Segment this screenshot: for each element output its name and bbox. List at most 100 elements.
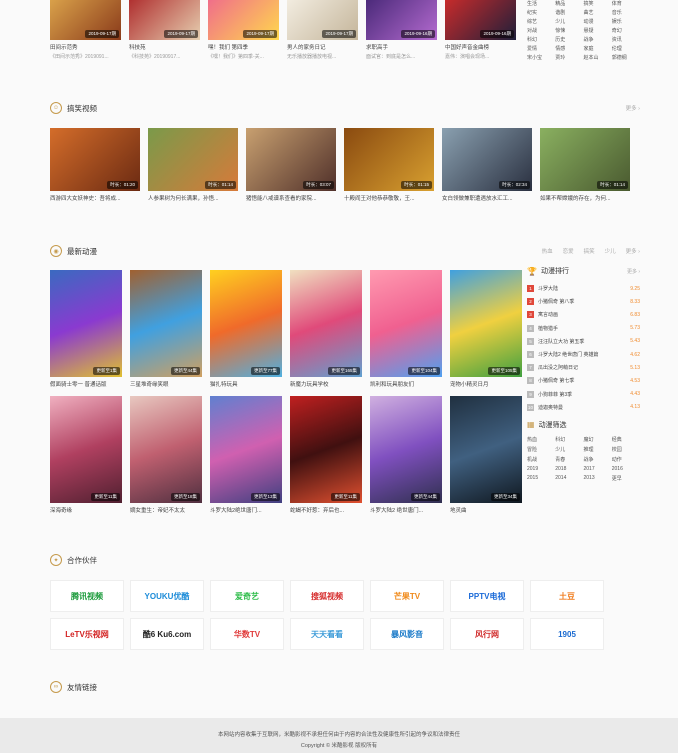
anime-card[interactable]: 更新至11集蛇蝎不好惹：弃后也...: [290, 396, 362, 514]
anime-title[interactable]: 地灵曲: [450, 506, 522, 514]
video-card[interactable]: 2019-09-17期 田间示范秀 《田间示范秀》2019091...: [50, 0, 121, 70]
video-card[interactable]: 时长：01:15 十殿阎王对他恭恭敬敬，王...: [344, 128, 434, 202]
ranking-item[interactable]: 10 迪迦奥特曼 4.13: [527, 401, 640, 414]
video-thumbnail[interactable]: 时长：01:20: [50, 128, 140, 191]
filter-link[interactable]: 2016: [612, 466, 640, 472]
anime-title[interactable]: 凯利和玩具朋友们: [370, 380, 442, 388]
video-title[interactable]: 中国好声音金曲榜: [445, 43, 516, 51]
video-thumbnail[interactable]: 2019-09-16期: [366, 0, 437, 40]
genre-link[interactable]: 音乐: [612, 9, 640, 16]
genre-link[interactable]: 曲艺: [584, 9, 612, 16]
anime-poster[interactable]: 更新至165集: [290, 270, 362, 377]
genre-link[interactable]: 资讯: [612, 36, 640, 43]
genre-link[interactable]: 对战: [527, 27, 555, 34]
filter-link[interactable]: 冒险: [527, 446, 555, 453]
anime-poster[interactable]: 更新至44集: [370, 396, 442, 503]
anime-title[interactable]: 假面骑士零一 普通话版: [50, 380, 122, 388]
video-thumbnail[interactable]: 时长：03:07: [246, 128, 336, 191]
genre-link[interactable]: 体育: [612, 0, 640, 7]
anime-title[interactable]: 猫扎特玩具: [210, 380, 282, 388]
genre-link[interactable]: 奇幻: [612, 27, 640, 34]
genre-link[interactable]: 悬疑: [584, 27, 612, 34]
partner-logo[interactable]: 1905: [530, 618, 604, 650]
ranking-name[interactable]: 斗罗大陆2 绝世唐门 英雄篇: [538, 351, 624, 358]
video-title[interactable]: 十殿阎王对他恭恭敬敬，王...: [344, 194, 434, 202]
ranking-name[interactable]: 汪汪队立大功 第五季: [538, 338, 624, 345]
anime-poster[interactable]: 更新至11集: [290, 396, 362, 503]
partner-logo[interactable]: 天天看看: [290, 618, 364, 650]
video-thumbnail[interactable]: 时长：01:14: [148, 128, 238, 191]
video-thumbnail[interactable]: 2019-09-17期: [50, 0, 121, 40]
genre-link[interactable]: 情感: [555, 45, 583, 52]
genre-link[interactable]: 贾玲: [555, 54, 583, 61]
video-title[interactable]: 人参果树为何长满果，孙悟...: [148, 194, 238, 202]
partner-logo[interactable]: 爱奇艺: [210, 580, 284, 612]
genre-link[interactable]: 郭德纲: [612, 54, 640, 61]
filter-tab[interactable]: 热血: [542, 247, 553, 255]
genre-link[interactable]: 伦理: [612, 45, 640, 52]
genre-link[interactable]: 科幻: [527, 36, 555, 43]
anime-card[interactable]: 更新至165集 新魔力玩具学校: [290, 270, 362, 388]
video-card[interactable]: 2019-09-16期 求职高手 面试官：到底是怎么...: [366, 0, 437, 70]
genre-link[interactable]: 少儿: [555, 18, 583, 25]
partner-logo[interactable]: 风行网: [450, 618, 524, 650]
anime-title[interactable]: 斗罗大陆2绝世唐门...: [210, 506, 282, 514]
video-card[interactable]: 2019-09-17期 嘿！我们 第四季 《嘿！我们》第四季-关...: [208, 0, 279, 70]
video-thumbnail[interactable]: 2019-09-17期: [129, 0, 200, 40]
anime-title[interactable]: 蛇蝎不好惹：弃后也...: [290, 506, 362, 514]
video-title[interactable]: 女白领做兼职遭遇放水汇工...: [442, 194, 532, 202]
ranking-name[interactable]: 小猪佩奇 第八季: [538, 298, 624, 305]
genre-link[interactable]: 综艺: [527, 18, 555, 25]
ranking-item[interactable]: 9 小狗菲菲 第3季 4.43: [527, 388, 640, 401]
video-title[interactable]: 田间示范秀: [50, 43, 121, 51]
anime-poster[interactable]: 更新至77集: [210, 270, 282, 377]
ranking-item[interactable]: 3 寓言动画 6.83: [527, 308, 640, 321]
ranking-item[interactable]: 7 瓜出没之阿萌日记 5.13: [527, 361, 640, 374]
filter-link[interactable]: 2015: [527, 475, 555, 482]
anime-card[interactable]: 更新至18集嫡女重生：帝妃不太太: [130, 396, 202, 514]
video-title[interactable]: 求职高手: [366, 43, 437, 51]
genre-link[interactable]: 娱乐: [612, 18, 640, 25]
filter-link[interactable]: 2019: [527, 466, 555, 472]
genre-link[interactable]: 家庭: [584, 45, 612, 52]
anime-title[interactable]: 三星堆奇缘笑眼: [130, 380, 202, 388]
partner-logo[interactable]: YOUKU优酷: [130, 580, 204, 612]
anime-title[interactable]: 嫡女重生：帝妃不太太: [130, 506, 202, 514]
filter-link[interactable]: 经典: [612, 436, 640, 443]
partner-logo[interactable]: 酷6 Ku6.com: [130, 618, 204, 650]
video-thumbnail[interactable]: 时长：02:34: [442, 128, 532, 191]
anime-poster[interactable]: 更新至44集: [130, 270, 202, 377]
video-title[interactable]: 科技苑: [129, 43, 200, 51]
video-title[interactable]: 如果不帮嫦娥的存在，为何...: [540, 194, 630, 202]
genre-link[interactable]: 纪实: [527, 9, 555, 16]
filter-link[interactable]: 青春: [555, 456, 583, 463]
anime-card[interactable]: 更新至104集凯利和玩具朋友们: [370, 270, 442, 388]
anime-poster[interactable]: 更新至18集: [130, 396, 202, 503]
partner-logo[interactable]: 搜狐视频: [290, 580, 364, 612]
video-card[interactable]: 时长：02:34 女白领做兼职遭遇放水汇工...: [442, 128, 532, 202]
video-card[interactable]: 2019-09-17期 科技苑 《科技苑》20190917...: [129, 0, 200, 70]
anime-card[interactable]: 更新至77集猫扎特玩具: [210, 270, 282, 388]
filter-link[interactable]: 战争: [584, 456, 612, 463]
video-title[interactable]: 猪悟能八戒谱系查看的家院...: [246, 194, 336, 202]
filter-tab[interactable]: 少儿: [605, 247, 616, 255]
video-card[interactable]: 时长：01:14 人参果树为何长满果，孙悟...: [148, 128, 238, 202]
genre-link[interactable]: 历史: [555, 36, 583, 43]
video-thumbnail[interactable]: 2019-09-16期: [445, 0, 516, 40]
ranking-name[interactable]: 瓜出没之阿萌日记: [538, 364, 624, 371]
filter-link[interactable]: 校园: [612, 446, 640, 453]
filter-link[interactable]: 更早: [612, 475, 640, 482]
filter-link[interactable]: 魔幻: [584, 436, 612, 443]
video-thumbnail[interactable]: 2019-09-17期: [208, 0, 279, 40]
filter-link[interactable]: 2013: [584, 475, 612, 482]
filter-tab[interactable]: 搞笑: [584, 247, 595, 255]
anime-title[interactable]: 深海奇缘: [50, 506, 122, 514]
video-card[interactable]: 时长：01:20 西游四大女妖神史：吾将成...: [50, 128, 140, 202]
video-card[interactable]: 时长：01:14 如果不帮嫦娥的存在，为何...: [540, 128, 630, 202]
genre-link[interactable]: 谐剧: [555, 9, 583, 16]
more-link[interactable]: 更多 ›: [626, 104, 640, 112]
genre-link[interactable]: 搞笑: [584, 0, 612, 7]
video-thumbnail[interactable]: 2019-09-17期: [287, 0, 358, 40]
anime-poster[interactable]: 更新至34集: [450, 396, 522, 503]
anime-poster[interactable]: 更新至104集: [370, 270, 442, 377]
